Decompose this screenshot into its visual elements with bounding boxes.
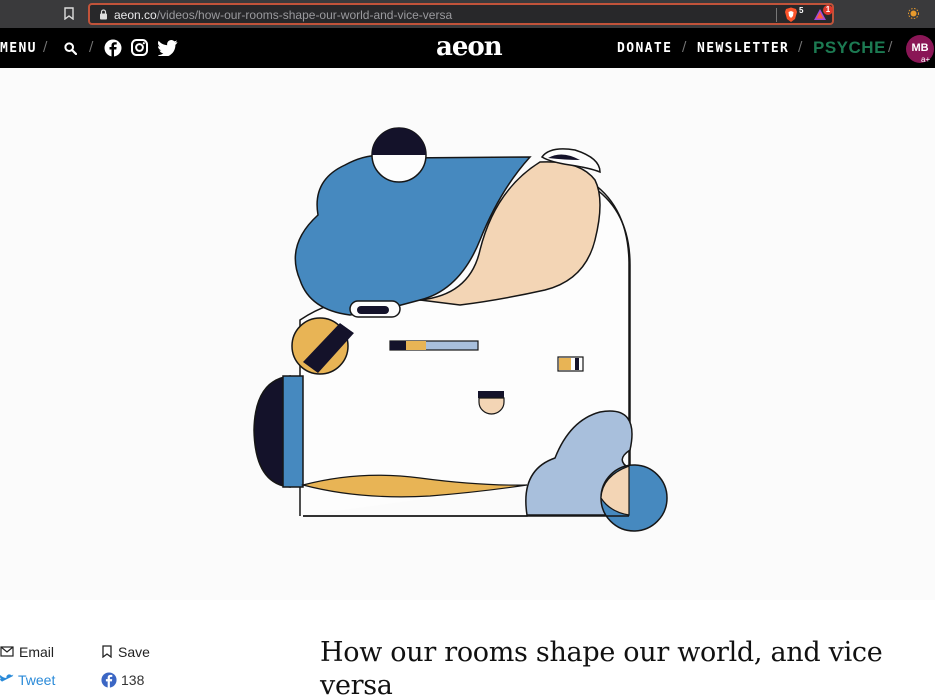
- separator: /: [682, 40, 687, 55]
- room-illustration: [253, 127, 668, 532]
- site-header: MENU / / aeon DONATE / NEWSLETTER / PSYC…: [0, 28, 935, 68]
- url-text: aeon.co/videos/how-our-rooms-shape-our-w…: [114, 8, 452, 22]
- search-icon[interactable]: [64, 42, 77, 55]
- twitter-share-icon[interactable]: [0, 674, 14, 686]
- facebook-share-count[interactable]: 138: [121, 672, 144, 688]
- bookmark-save-icon[interactable]: [102, 645, 112, 658]
- brave-shields-icon[interactable]: [784, 7, 798, 23]
- video-hero[interactable]: [0, 68, 935, 600]
- separator: /: [43, 40, 48, 55]
- save-link[interactable]: Save: [118, 644, 150, 660]
- separator: /: [798, 40, 803, 55]
- browser-toolbar: aeon.co/videos/how-our-rooms-shape-our-w…: [0, 0, 935, 28]
- twitter-icon[interactable]: [158, 40, 178, 56]
- rewards-count-badge: 1: [823, 5, 833, 15]
- aeon-logo[interactable]: aeon: [436, 32, 503, 62]
- facebook-share-icon[interactable]: [101, 672, 117, 688]
- facebook-icon[interactable]: [104, 39, 122, 57]
- bookmark-icon[interactable]: [64, 7, 74, 20]
- avatar-badge: a+: [921, 55, 931, 64]
- mail-icon[interactable]: [0, 646, 14, 657]
- url-path: /videos/how-our-rooms-shape-our-world-an…: [156, 8, 453, 22]
- address-bar[interactable]: aeon.co/videos/how-our-rooms-shape-our-w…: [88, 3, 834, 25]
- instagram-icon[interactable]: [131, 39, 148, 56]
- extension-icon[interactable]: [908, 8, 919, 19]
- tweet-link[interactable]: Tweet: [18, 672, 55, 688]
- email-share-link[interactable]: Email: [19, 644, 54, 660]
- url-domain: aeon.co: [114, 8, 157, 22]
- article-title: How our rooms shape our world, and vice …: [320, 637, 883, 696]
- separator: /: [888, 40, 893, 55]
- shields-count-badge: 5: [799, 6, 804, 15]
- psyche-link[interactable]: PSYCHE: [813, 38, 886, 58]
- separator: /: [89, 40, 94, 55]
- newsletter-link[interactable]: NEWSLETTER: [697, 41, 789, 56]
- donate-link[interactable]: DONATE: [617, 41, 672, 56]
- avatar-initials: MB: [911, 42, 929, 54]
- lock-icon: [100, 9, 107, 20]
- menu-button[interactable]: MENU: [0, 41, 37, 56]
- url-divider: [776, 8, 777, 22]
